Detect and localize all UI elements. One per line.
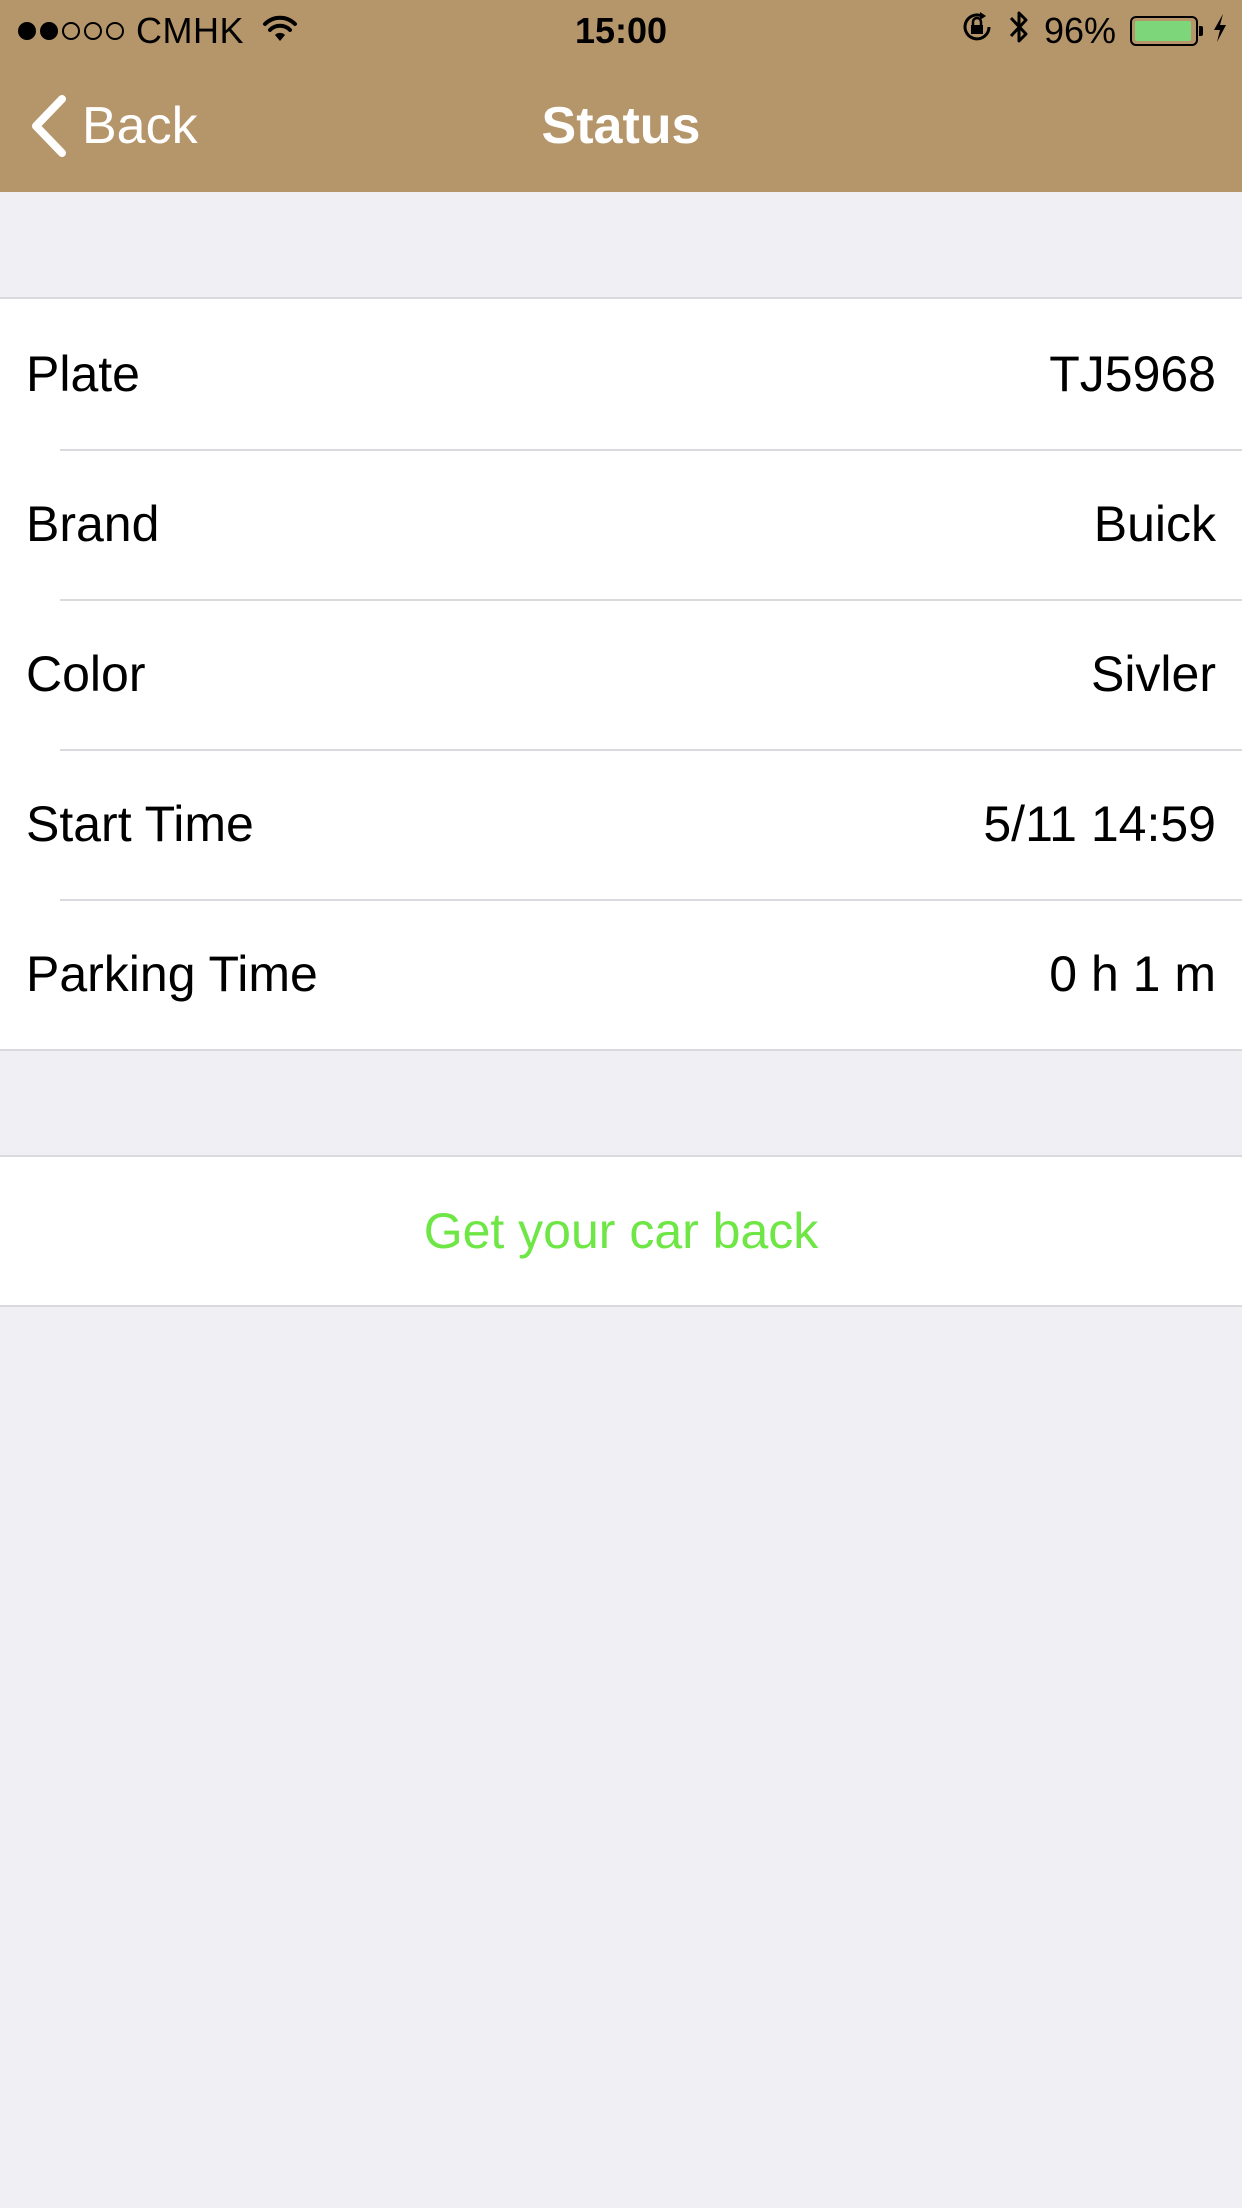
battery-level bbox=[1135, 21, 1191, 41]
action-group: Get your car back bbox=[0, 1155, 1242, 1307]
detail-row-start-time: Start Time 5/11 14:59 bbox=[0, 749, 1242, 899]
status-bar: CMHK 15:00 96% bbox=[0, 0, 1242, 60]
detail-value: Sivler bbox=[1090, 646, 1216, 702]
details-list: Plate TJ5968 Brand Buick Color Sivler St… bbox=[0, 297, 1242, 1051]
detail-value: TJ5968 bbox=[1049, 346, 1216, 402]
bluetooth-icon bbox=[1008, 9, 1030, 54]
chevron-left-icon bbox=[32, 95, 66, 157]
navigation-bar: Back Status bbox=[0, 60, 1242, 192]
detail-value: 0 h 1 m bbox=[1049, 946, 1216, 1002]
detail-label: Start Time bbox=[26, 796, 254, 852]
back-button[interactable]: Back bbox=[30, 60, 198, 192]
detail-label: Brand bbox=[26, 496, 160, 552]
status-bar-right: 96% bbox=[946, 10, 1228, 52]
battery-percent: 96% bbox=[1043, 10, 1116, 51]
detail-label: Parking Time bbox=[26, 946, 318, 1002]
detail-row-parking-time: Parking Time 0 h 1 m bbox=[0, 899, 1242, 1049]
detail-value: Buick bbox=[1093, 496, 1216, 552]
detail-row-color: Color Sivler bbox=[0, 599, 1242, 749]
detail-label: Color bbox=[26, 646, 146, 702]
rotation-lock-icon bbox=[960, 10, 994, 53]
battery-icon bbox=[1130, 16, 1203, 46]
back-label: Back bbox=[82, 97, 198, 155]
charging-bolt-icon bbox=[1212, 10, 1228, 52]
detail-label: Plate bbox=[26, 346, 140, 402]
header: CMHK 15:00 96% Back Status bbox=[0, 0, 1242, 192]
detail-row-plate: Plate TJ5968 bbox=[0, 299, 1242, 449]
get-car-back-button[interactable]: Get your car back bbox=[0, 1157, 1242, 1305]
detail-value: 5/11 14:59 bbox=[983, 796, 1216, 852]
detail-row-brand: Brand Buick bbox=[0, 449, 1242, 599]
